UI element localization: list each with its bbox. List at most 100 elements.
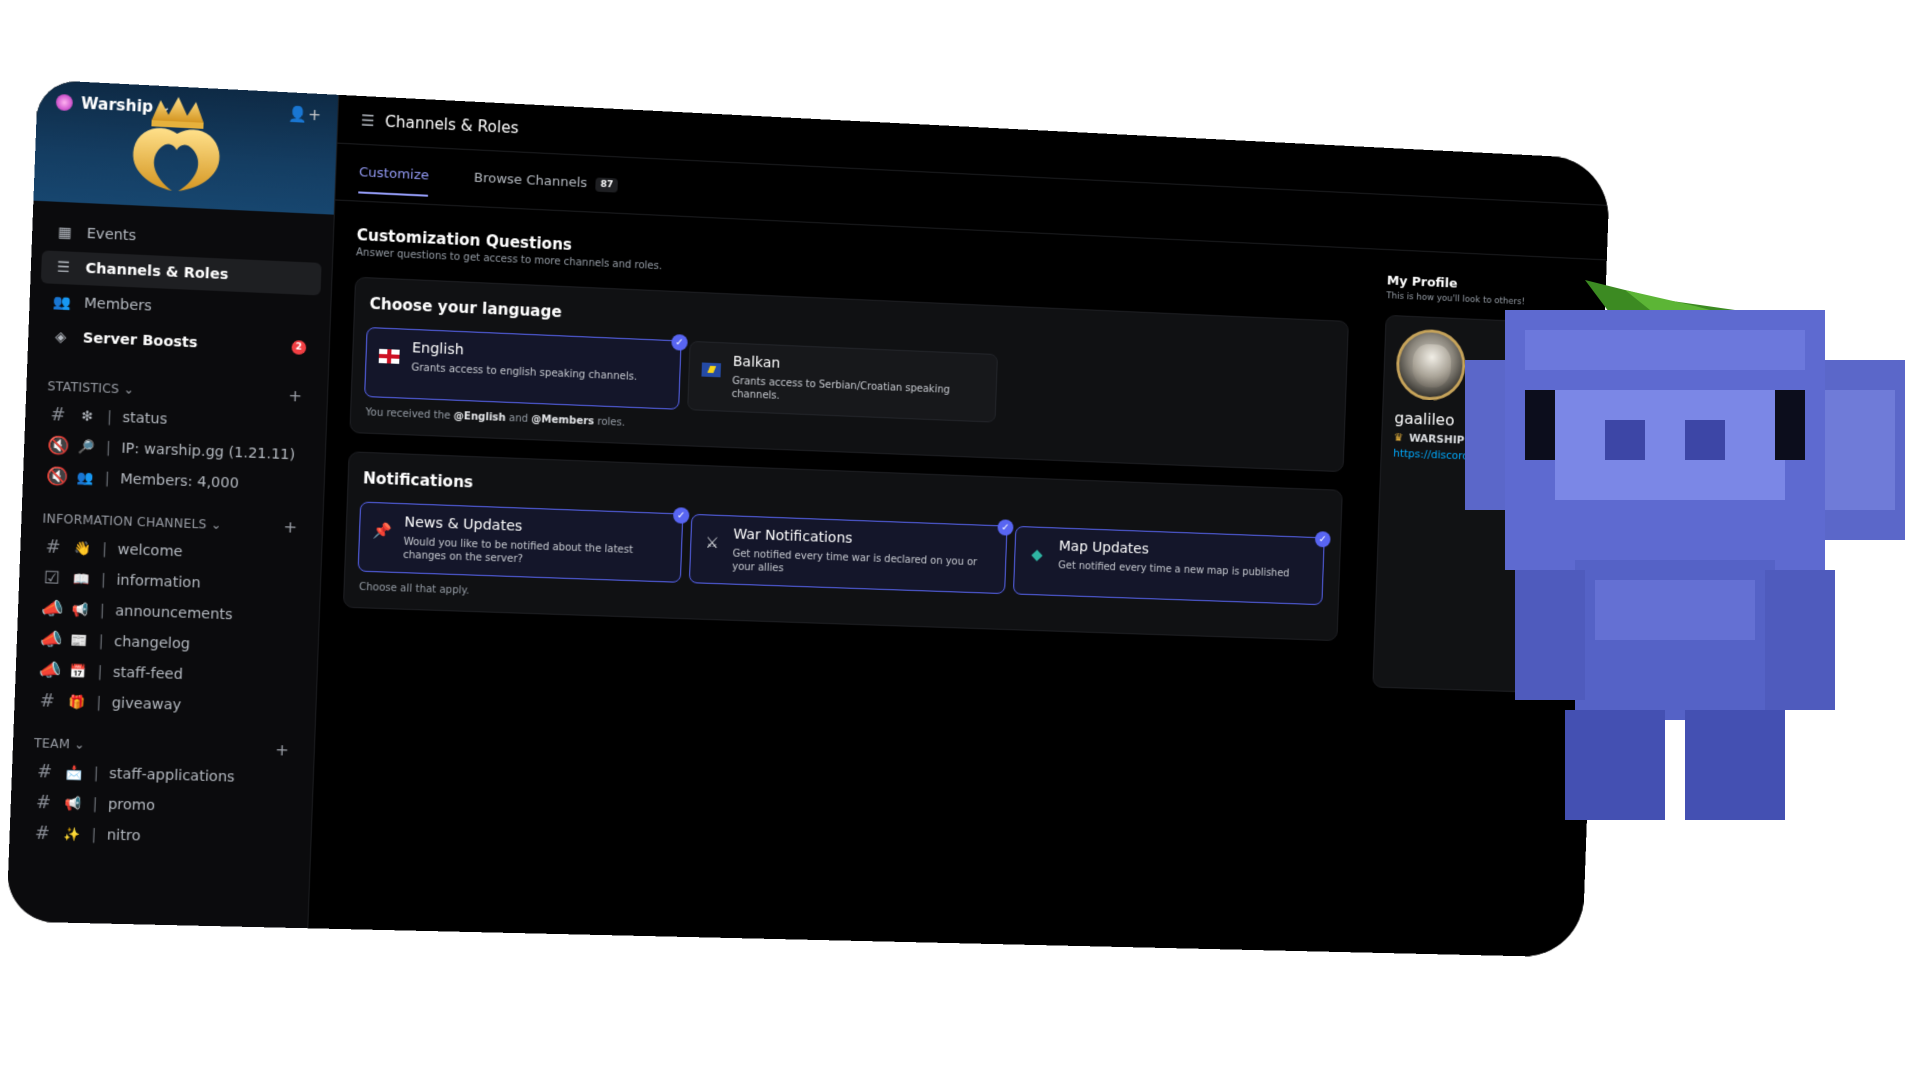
channel-name: changelog xyxy=(114,634,191,653)
check-icon: ✓ xyxy=(671,334,688,351)
separator: | xyxy=(96,695,102,712)
emoji-icon: 🎁 xyxy=(67,694,86,710)
boost-badge: 2 xyxy=(291,340,306,355)
role-mention[interactable]: @Members xyxy=(531,414,594,428)
channel-name: nitro xyxy=(107,827,141,844)
speaker-muted-icon: 🔇 xyxy=(47,435,67,456)
nav-label: Events xyxy=(86,226,136,245)
england-flag-icon xyxy=(379,349,400,364)
option-description: Would you like to be notified about the … xyxy=(403,536,669,572)
tab-label: Customize xyxy=(359,165,430,184)
note-text: roles. xyxy=(597,417,625,429)
channel-count-badge: 87 xyxy=(595,177,618,192)
check-icon: ✓ xyxy=(997,519,1013,535)
main-panel: ☰ Channels & Roles Customize Browse Chan… xyxy=(308,95,1610,958)
megaphone-icon: 📣 xyxy=(39,660,59,681)
rules-icon: ☑ xyxy=(42,568,62,589)
option-description: Get notified every time war is declared … xyxy=(732,548,994,583)
category-team[interactable]: TEAM ⌄ + xyxy=(21,733,306,761)
separator: | xyxy=(102,541,108,558)
channel-name: status xyxy=(122,410,167,428)
separator: | xyxy=(101,572,107,589)
channel-name: announcements xyxy=(115,603,233,623)
avatar[interactable] xyxy=(1395,328,1466,401)
channel-name: Members: 4,000 xyxy=(120,471,239,492)
separator: | xyxy=(106,440,112,457)
emoji-icon: 👥 xyxy=(75,470,94,486)
option-english[interactable]: English Grants access to english speakin… xyxy=(364,327,682,410)
calendar-icon: ▦ xyxy=(55,224,74,241)
speaker-muted-icon: 🔇 xyxy=(46,466,66,487)
tab-label: Browse Channels xyxy=(474,171,588,192)
channel-name: staff-feed xyxy=(113,665,184,684)
emoji-icon: 📢 xyxy=(70,602,89,618)
separator: | xyxy=(93,765,99,782)
nav-label: Members xyxy=(84,295,152,314)
hash-icon: # xyxy=(35,762,55,783)
category-name: STATISTICS xyxy=(47,378,119,395)
chevron-down-icon: ⌄ xyxy=(211,517,222,532)
server-tag-text: WARSHIP xyxy=(1409,432,1465,447)
option-description: Get notified every time a new map is pub… xyxy=(1058,559,1290,580)
option-balkan[interactable]: Balkan Grants access to Serbian/Croatian… xyxy=(687,341,998,423)
emoji-icon: 📩 xyxy=(64,765,83,781)
category-name: TEAM xyxy=(34,735,70,750)
check-icon: ✓ xyxy=(1315,531,1331,547)
option-description: Grants access to Serbian/Croatian speaki… xyxy=(731,375,984,411)
cube-icon: ◆ xyxy=(1027,545,1047,564)
option-map-updates[interactable]: ◆ Map Updates Get notified every time a … xyxy=(1013,526,1325,605)
customize-content: Customization Questions Answer questions… xyxy=(343,226,1351,641)
hash-icon: # xyxy=(37,691,57,712)
server-logo xyxy=(117,90,236,207)
channel-nitro[interactable]: # ✨ | nitro xyxy=(18,818,303,856)
emoji-icon: ✨ xyxy=(62,827,81,843)
separator: | xyxy=(92,796,98,813)
channels-roles-icon: ☰ xyxy=(361,111,375,130)
sidebar-nav: ▦ Events ☰ Channels & Roles 👥 Members ◈ … xyxy=(27,201,333,371)
emoji-icon: 📖 xyxy=(71,571,90,587)
nav-label: Channels & Roles xyxy=(85,261,228,284)
option-description: Grants access to english speaking channe… xyxy=(411,361,637,384)
hash-icon: # xyxy=(32,823,52,844)
separator: | xyxy=(91,827,97,844)
stage: Warship ⌄ 👤+ ▦ Events ☰ Channels & Roles… xyxy=(0,0,1920,1080)
emoji-icon: 🔎 xyxy=(76,439,95,455)
emoji-icon: 📅 xyxy=(68,664,87,680)
tab-browse-channels[interactable]: Browse Channels 87 xyxy=(473,150,619,213)
chevron-down-icon: ⌄ xyxy=(123,382,134,397)
crossed-swords-icon: ⚔ xyxy=(703,533,721,552)
nav-label: Server Boosts xyxy=(83,330,198,351)
server-icon xyxy=(56,94,73,111)
channel-name: staff-applications xyxy=(109,766,235,786)
boost-icon: ◈ xyxy=(51,329,70,346)
category-name: INFORMATION CHANNELS xyxy=(42,511,207,531)
server-sidebar: Warship ⌄ 👤+ ▦ Events ☰ Channels & Roles… xyxy=(6,80,339,929)
members-icon: 👥 xyxy=(52,294,71,311)
crown-icon: ♛ xyxy=(1394,431,1404,444)
emoji-icon: ❇ xyxy=(78,408,97,424)
option-news-updates[interactable]: 📌 News & Updates Would you like to be no… xyxy=(358,502,684,583)
megaphone-icon: 📣 xyxy=(41,599,61,620)
invite-people-icon[interactable]: 👤+ xyxy=(288,105,321,125)
option-war-notifications[interactable]: ⚔ War Notifications Get notified every t… xyxy=(689,514,1008,594)
add-channel-icon[interactable]: + xyxy=(283,517,298,537)
note-text: You received the xyxy=(365,407,450,422)
separator: | xyxy=(107,409,113,426)
add-channel-icon[interactable]: + xyxy=(275,740,290,760)
separator: | xyxy=(100,603,106,620)
separator: | xyxy=(104,471,110,488)
discord-window: Warship ⌄ 👤+ ▦ Events ☰ Channels & Roles… xyxy=(6,80,1610,958)
balkan-flag-icon xyxy=(701,362,720,377)
channels-roles-icon: ☰ xyxy=(54,259,73,276)
hash-icon: # xyxy=(43,537,63,558)
server-banner: Warship ⌄ 👤+ xyxy=(33,80,338,215)
chevron-down-icon: ⌄ xyxy=(74,737,85,752)
question-notifications: Notifications 📌 News & Updates Would you… xyxy=(343,451,1343,641)
option-title: Map Updates xyxy=(1059,538,1291,562)
emoji-icon: 📢 xyxy=(63,796,82,812)
tab-customize[interactable]: Customize xyxy=(358,144,430,204)
separator: | xyxy=(98,633,104,650)
hash-icon: # xyxy=(48,405,68,426)
add-channel-icon[interactable]: + xyxy=(288,386,303,406)
role-mention[interactable]: @English xyxy=(453,411,505,424)
